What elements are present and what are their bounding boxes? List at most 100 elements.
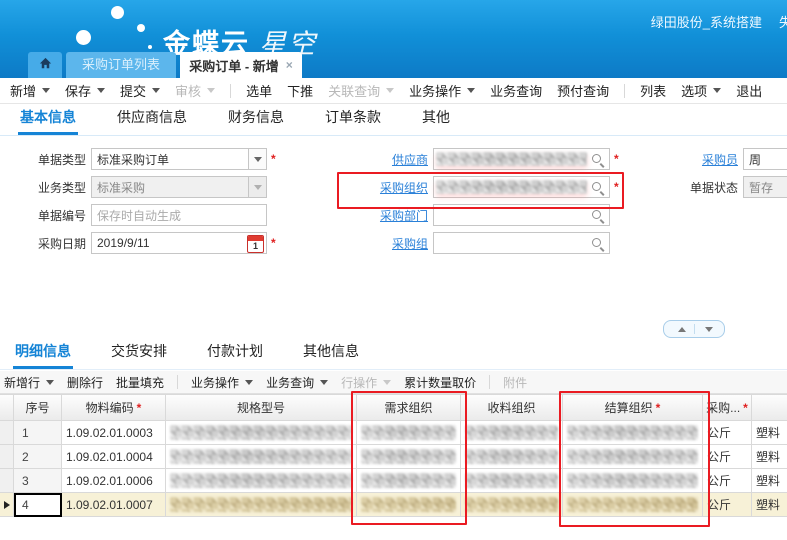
calendar-icon[interactable]: 1: [247, 235, 264, 253]
close-icon[interactable]: ×: [286, 59, 293, 71]
business-query-button[interactable]: 业务查询: [490, 81, 542, 100]
toolbar-separator: [624, 84, 625, 98]
save-button[interactable]: 保存: [65, 81, 105, 100]
receive-org-cell[interactable]: [461, 469, 563, 493]
purchase-dept-lookup[interactable]: [433, 204, 610, 226]
options-button[interactable]: 选项: [681, 81, 721, 100]
grid-business-operation-button[interactable]: 业务操作: [191, 374, 253, 391]
tab-supplier-info[interactable]: 供应商信息: [115, 101, 189, 135]
col-seq: 序号: [14, 394, 62, 421]
purchase-group-link-label[interactable]: 采购组: [340, 235, 428, 252]
masked-value: [465, 497, 558, 512]
material-name-cell[interactable]: 塑料: [752, 445, 787, 469]
material-name-cell[interactable]: 塑料: [752, 493, 787, 517]
purchaser-link-label[interactable]: 采购员: [658, 151, 738, 168]
collapse-up-button[interactable]: [664, 321, 694, 337]
unit-cell[interactable]: 公斤: [703, 421, 752, 445]
tab-detail-info[interactable]: 明细信息: [13, 335, 73, 369]
tab-finance-info[interactable]: 财务信息: [226, 101, 286, 135]
seq-cell[interactable]: 1: [14, 421, 62, 445]
tab-purchase-order-new[interactable]: 采购订单 - 新增 ×: [180, 52, 302, 78]
material-name-cell[interactable]: 塑料: [752, 421, 787, 445]
tab-payment-plan[interactable]: 付款计划: [205, 335, 265, 369]
seq-cell-selected[interactable]: 4: [14, 493, 62, 517]
doc-status-input: 暂存: [743, 176, 787, 198]
spec-cell[interactable]: [166, 421, 357, 445]
chevron-down-icon: [713, 88, 721, 93]
demand-org-cell[interactable]: [357, 469, 461, 493]
chevron-down-icon: [97, 88, 105, 93]
form-column-right: 采购员 周 单据状态 暂存: [658, 148, 787, 198]
masked-value: [567, 425, 698, 440]
purchase-date-input[interactable]: 2019/9/11 1: [91, 232, 267, 254]
demand-org-cell[interactable]: [357, 493, 461, 517]
seq-cell[interactable]: 2: [14, 445, 62, 469]
tab-basic-info[interactable]: 基本信息: [18, 101, 78, 135]
unit-cell[interactable]: 公斤: [703, 493, 752, 517]
detail-tabs: 明细信息 交货安排 付款计划 其他信息: [0, 340, 787, 370]
account-name[interactable]: 绿田股份_系统搭建: [651, 12, 762, 31]
settle-org-cell[interactable]: [563, 469, 703, 493]
demand-org-cell[interactable]: [357, 421, 461, 445]
row-indicator-cell: [0, 469, 14, 493]
business-operation-button[interactable]: 业务操作: [409, 81, 475, 100]
tab-delivery-plan[interactable]: 交货安排: [109, 335, 169, 369]
supplier-link-label[interactable]: 供应商: [340, 151, 428, 168]
receive-org-cell[interactable]: [461, 445, 563, 469]
push-down-button[interactable]: 下推: [287, 81, 313, 100]
delete-row-button[interactable]: 删除行: [67, 374, 103, 391]
new-button[interactable]: 新增: [10, 81, 50, 100]
spec-cell[interactable]: [166, 469, 357, 493]
doc-type-combo[interactable]: 标准采购订单: [91, 148, 267, 170]
masked-value: [436, 152, 587, 166]
purchase-org-lookup[interactable]: [433, 176, 610, 198]
exit-button[interactable]: 退出: [736, 81, 762, 100]
settle-org-cell[interactable]: [563, 493, 703, 517]
settle-org-cell[interactable]: [563, 421, 703, 445]
purchase-dept-link-label[interactable]: 采购部门: [340, 207, 428, 224]
purchase-date-row: 采购日期 2019/9/11 1 *: [2, 232, 279, 254]
search-icon[interactable]: [591, 237, 605, 251]
search-icon[interactable]: [591, 209, 605, 223]
search-icon[interactable]: [591, 181, 605, 195]
material-code-cell[interactable]: 1.09.02.01.0006: [62, 469, 166, 493]
chevron-down-icon[interactable]: [248, 149, 266, 169]
supplier-lookup[interactable]: [433, 148, 610, 170]
submit-button[interactable]: 提交: [120, 81, 160, 100]
select-doc-button[interactable]: 选单: [246, 81, 272, 100]
material-code-cell[interactable]: 1.09.02.01.0007: [62, 493, 166, 517]
doc-no-input[interactable]: 保存时自动生成: [91, 204, 267, 226]
search-icon[interactable]: [591, 153, 605, 167]
cumulative-qty-price-button[interactable]: 累计数量取价: [404, 374, 476, 391]
list-button[interactable]: 列表: [640, 81, 666, 100]
material-code-cell[interactable]: 1.09.02.01.0004: [62, 445, 166, 469]
unit-cell[interactable]: 公斤: [703, 469, 752, 493]
grid-business-query-button[interactable]: 业务查询: [266, 374, 328, 391]
spec-cell[interactable]: [166, 493, 357, 517]
purchase-org-link-label[interactable]: 采购组织: [340, 179, 428, 196]
tab-other[interactable]: 其他: [420, 101, 452, 135]
purchase-group-lookup[interactable]: [433, 232, 610, 254]
material-code-cell[interactable]: 1.09.02.01.0003: [62, 421, 166, 445]
prepay-query-button[interactable]: 预付查询: [557, 81, 609, 100]
receive-org-cell[interactable]: [461, 421, 563, 445]
batch-fill-button[interactable]: 批量填充: [116, 374, 164, 391]
add-row-button[interactable]: 新增行: [4, 374, 54, 391]
account-menu-partial[interactable]: 失: [779, 12, 787, 31]
seq-cell[interactable]: 3: [14, 469, 62, 493]
receive-org-cell[interactable]: [461, 493, 563, 517]
table-row: 2 1.09.02.01.0004 公斤 塑料: [0, 445, 787, 469]
toolbar-separator: [489, 375, 490, 389]
settle-org-cell[interactable]: [563, 445, 703, 469]
spec-cell[interactable]: [166, 445, 357, 469]
demand-org-cell[interactable]: [357, 445, 461, 469]
tab-purchase-order-list[interactable]: 采购订单列表: [66, 52, 176, 78]
material-name-cell[interactable]: 塑料: [752, 469, 787, 493]
home-tab[interactable]: [28, 52, 62, 78]
tab-other-info[interactable]: 其他信息: [301, 335, 361, 369]
required-marker: *: [614, 152, 622, 166]
purchaser-input[interactable]: 周: [743, 148, 787, 170]
tab-order-terms[interactable]: 订单条款: [323, 101, 383, 135]
collapse-down-button[interactable]: [695, 321, 725, 337]
unit-cell[interactable]: 公斤: [703, 445, 752, 469]
